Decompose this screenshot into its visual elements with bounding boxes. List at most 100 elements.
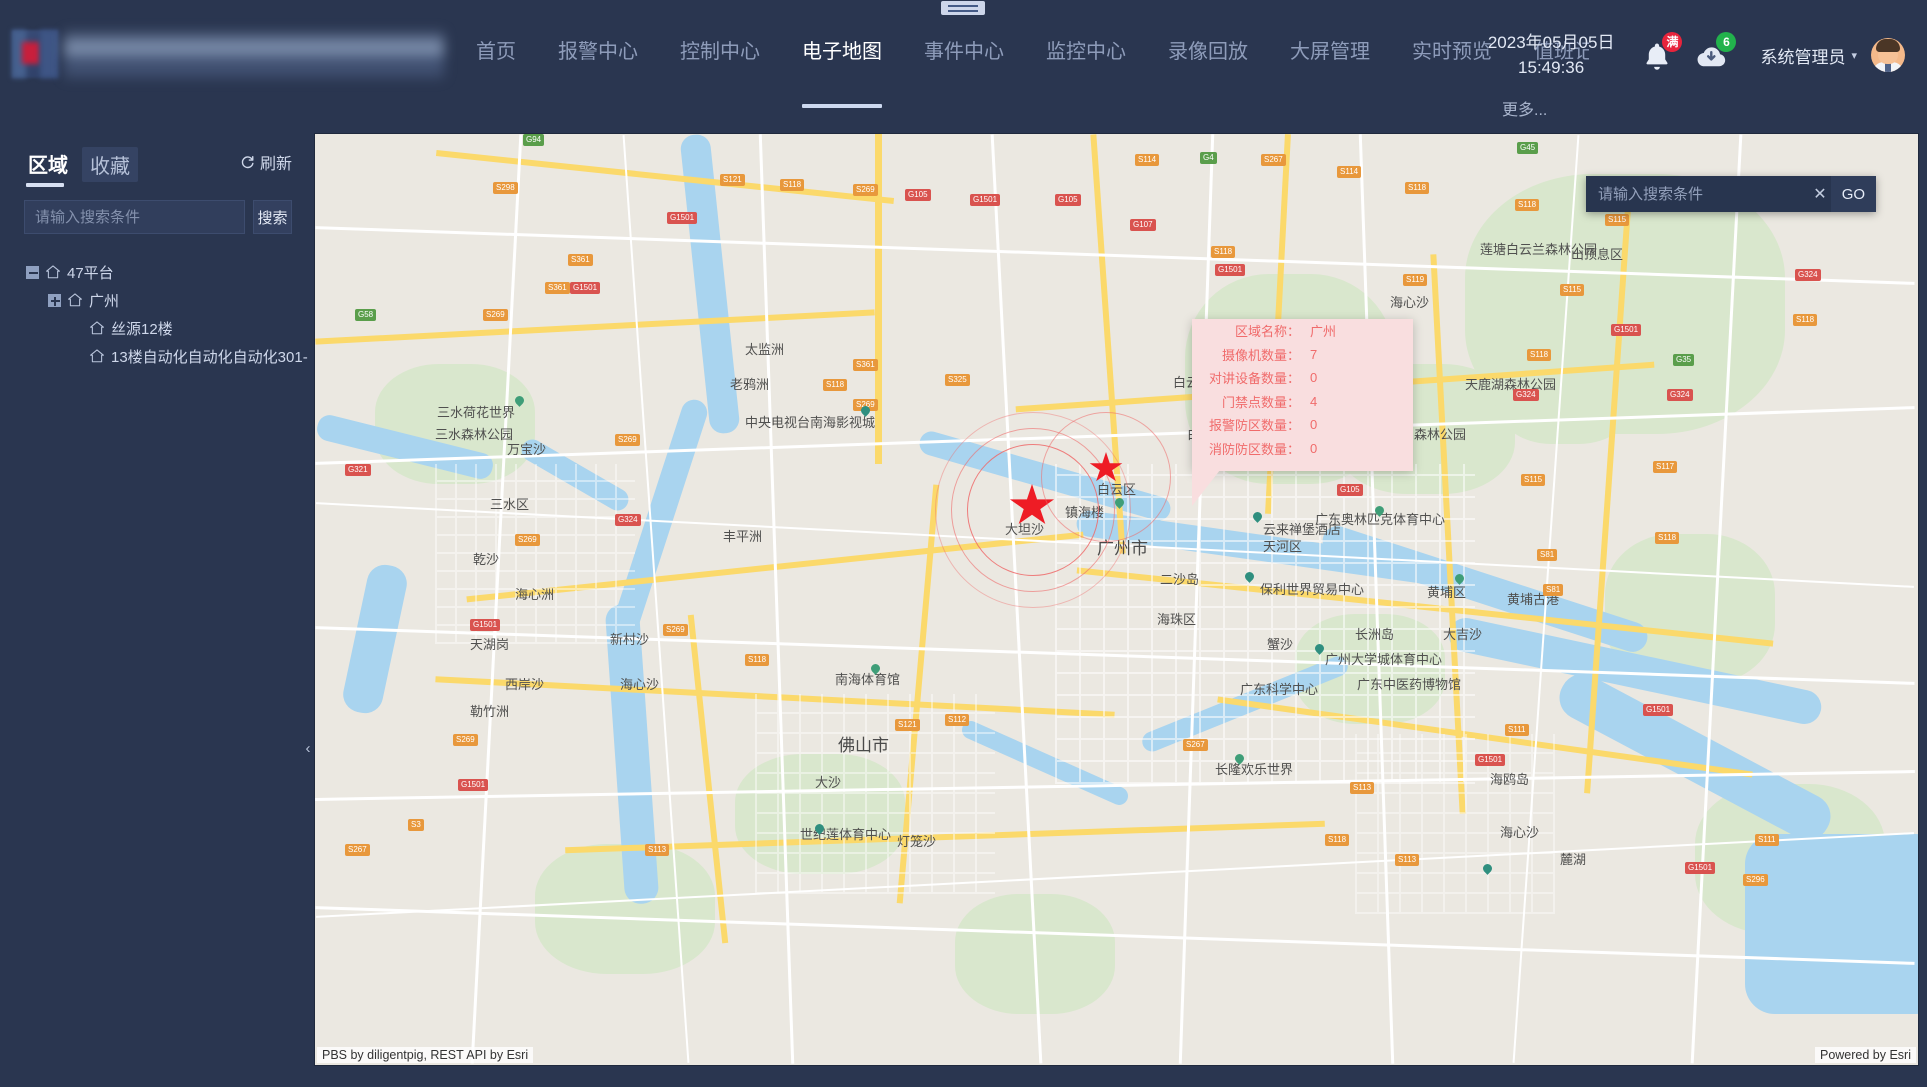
map-place-label: 天湖岗 [470,637,510,652]
avatar[interactable] [1871,38,1905,72]
tree-node-guangzhou[interactable]: 广州 [26,286,302,314]
refresh-button[interactable]: 刷新 [240,150,292,174]
nav-item-control-center[interactable]: 控制中心 [659,28,781,76]
map-highway-shield: G1501 [667,212,698,224]
tree-node-platform[interactable]: 47平台 [26,258,302,286]
nav-item-electronic-map[interactable]: 电子地图 [781,28,903,108]
map-highway-shield: S119 [1403,274,1428,286]
tree-node-label: 丝源12楼 [111,320,173,338]
left-sidebar: 区域 收藏 刷新 搜索 47平台 [0,130,314,1087]
chevron-down-icon[interactable]: ▾ [1851,49,1857,62]
map-place-label: 大沙 [815,775,842,790]
map-highway-shield: G105 [1055,194,1081,206]
map-highway-shield: S269 [483,309,508,321]
map-highway-shield: S118 [1793,314,1818,326]
map-highway-shield: S121 [895,719,920,731]
nav-item-monitor-center[interactable]: 监控中心 [1025,28,1147,76]
username-label[interactable]: 系统管理员 [1760,43,1845,68]
map-place-label: 乾沙 [473,552,500,567]
map-highway-shield: S81 [1537,549,1558,561]
map-place-label: 长隆欢乐世界 [1215,762,1294,777]
popup-key: 对讲设备数量： [1208,371,1300,387]
nav-item-alarm-center[interactable]: 报警中心 [537,28,659,76]
map-highway-shield: S361 [545,282,570,294]
map-highway-shield: S269 [515,534,540,546]
map-highway-shield: G1501 [1643,704,1674,716]
clock-date: 2023年05月05日 [1487,33,1615,52]
popup-value: 0 [1310,370,1318,386]
nav-item-home[interactable]: 首页 [455,28,537,76]
map-place-label: 黄埔区 [1427,585,1467,600]
notification-bell-button[interactable]: 满 [1636,32,1683,78]
tree-node-label: 47平台 [67,264,114,282]
map-place-label: 新村沙 [610,632,650,647]
map-place-label: 蟹沙 [1267,637,1294,652]
map-highway-shield: G1501 [1215,264,1246,276]
nav-item-event-center[interactable]: 事件中心 [903,28,1025,76]
map-highway-shield: G324 [615,514,641,526]
app-logo[interactable] [12,25,452,85]
tab-favorites[interactable]: 收藏 [82,147,138,182]
map-place-label: 海心沙 [620,677,660,692]
electronic-map[interactable]: 太监洲丰平洲勒竹洲白云洲海心沙老鸦洲万宝沙三水区乾沙海心洲天湖岗西岸沙新村沙海心… [314,133,1919,1066]
map-place-label: 丰平洲 [723,529,763,544]
map-highway-shield: S361 [568,254,593,266]
map-water [1745,834,1918,1014]
popup-key: 区域名称： [1234,324,1300,340]
map-highway-shield: S118 [1527,349,1552,361]
download-tasks-button[interactable]: 6 [1690,32,1737,78]
expand-toggle-icon[interactable] [48,293,61,307]
nav-item-bigscreen-management[interactable]: 大屏管理 [1269,28,1391,76]
popup-row: 区域名称： 广州 [1192,319,1413,343]
map-highway-shield: G321 [345,464,371,476]
window-drag-handle[interactable] [941,1,985,15]
map-highway-shield: S118 [1325,834,1350,846]
close-icon[interactable]: ✕ [1809,184,1831,204]
map-highway-shield: S115 [1560,284,1585,296]
map-highway-shield: S115 [1605,214,1630,226]
refresh-icon [241,155,254,168]
map-highway-shield: S118 [745,654,770,666]
map-highway-shield: S121 [720,174,745,186]
map-highway-shield: S325 [945,374,970,386]
sidebar-collapse-handle[interactable]: ‹ [302,728,314,768]
leaf-spacer [70,350,83,363]
map-highway-shield: S111 [1505,724,1529,736]
map-place-label: 太监洲 [745,342,785,357]
popup-value: 4 [1310,393,1318,409]
map-search-go-button[interactable]: GO [1830,176,1876,212]
map-highway-shield: G105 [1337,484,1363,496]
tree-node-siyuan-12f[interactable]: 丝源12楼 [26,314,302,342]
map-place-label: 三水荷花世界 [437,405,516,420]
map-place-label: 长洲岛 [1355,627,1395,642]
map-place-label: 广东中医药博物馆 [1357,677,1462,692]
popup-key: 报警防区数量： [1208,418,1300,434]
nav-more-link[interactable]: 更多... [1502,96,1547,120]
map-search-input[interactable] [1586,176,1809,212]
nav-item-video-playback[interactable]: 录像回放 [1147,28,1269,76]
map-place-label: 老鸦洲 [730,377,770,392]
map-place-label: 海珠区 [1157,612,1197,627]
tree-node-label: 13楼自动化自动化自动化301- [111,348,308,366]
map-highway-shield: G4 [1200,152,1217,164]
collapse-toggle-icon[interactable] [26,265,39,279]
map-highway-shield: S113 [1350,782,1375,794]
map-highway-shield: S267 [345,844,370,856]
search-button[interactable]: 搜索 [253,200,292,234]
tab-area[interactable]: 区域 [24,149,72,187]
map-highway-shield: S269 [615,434,640,446]
map-highway-shield: S114 [1337,166,1362,178]
map-highway-shield: S113 [1395,854,1420,866]
map-canvas[interactable]: 太监洲丰平洲勒竹洲白云洲海心沙老鸦洲万宝沙三水区乾沙海心洲天湖岗西岸沙新村沙海心… [315,134,1918,1065]
sidebar-search-row: 搜索 [24,200,292,234]
top-header-bar: 首页 报警中心 控制中心 电子地图 事件中心 监控中心 录像回放 大屏管理 实时… [0,0,1927,130]
map-urban-grid [435,464,635,644]
refresh-label: 刷新 [259,156,292,173]
map-place-label: 勒竹洲 [470,704,510,719]
search-input[interactable] [24,200,245,234]
clock-time: 15:49:36 [1518,58,1585,77]
map-highway-shield: S112 [945,714,970,726]
tree-node-13f-automation[interactable]: 13楼自动化自动化自动化301- [26,342,308,370]
popup-key: 门禁点数量： [1221,394,1300,410]
map-highway-shield: G94 [523,134,545,146]
